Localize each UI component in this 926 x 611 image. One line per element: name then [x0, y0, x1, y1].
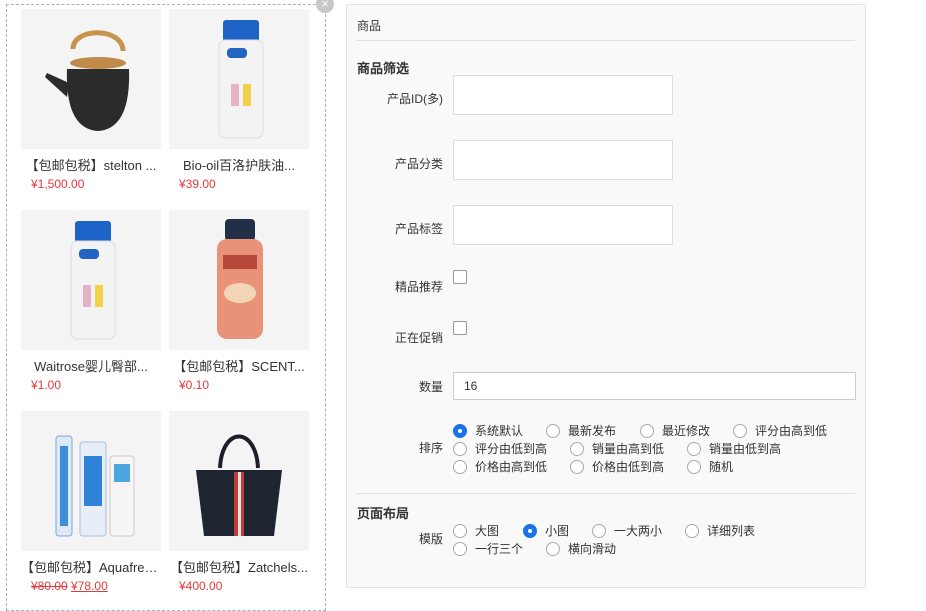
radio-icon — [685, 523, 699, 538]
radio-icon — [453, 523, 467, 538]
product-image-handbag — [169, 411, 309, 551]
category-label: 产品分类 — [394, 157, 443, 171]
radio-icon — [570, 441, 584, 456]
product-price: ¥400.00 — [179, 579, 223, 593]
template-option[interactable]: 横向滑动 — [546, 540, 616, 557]
promo-label: 正在促销 — [394, 331, 443, 345]
original-price: ¥80.00 — [31, 579, 68, 593]
radio-icon — [546, 541, 560, 556]
product-card[interactable]: Waitrose婴儿臀部... ¥1.00 — [21, 210, 161, 393]
product-price: ¥1.00 — [31, 378, 62, 392]
sort-option[interactable]: 价格由低到高 — [570, 458, 664, 475]
product-id-label: 产品ID(多) — [387, 92, 443, 106]
quantity-input[interactable]: 16 — [453, 372, 856, 400]
product-card[interactable]: 【包邮包税】stelton ... ¥1,500.00 — [21, 9, 161, 192]
template-option[interactable]: 小图 — [523, 522, 569, 539]
template-option[interactable]: 大图 — [453, 522, 499, 539]
sort-option[interactable]: 系统默认 — [453, 422, 523, 439]
radio-icon — [570, 459, 584, 474]
radio-icon — [592, 523, 606, 538]
sort-option[interactable]: 评分由高到低 — [733, 422, 827, 439]
product-card[interactable]: 【包邮包税】Aquafresh... ¥80.00 ¥78.00 — [21, 411, 161, 594]
product-id-input[interactable] — [453, 75, 673, 115]
radio-icon — [453, 441, 467, 456]
settings-panel: 商品 商品筛选 产品ID(多) 产品分类 产品标签 精品推荐 正在促销 数量 1… — [346, 4, 866, 588]
product-price: ¥39.00 — [179, 177, 216, 191]
product-card[interactable]: Bio-oil百洛护肤油... ¥39.00 — [169, 9, 309, 192]
product-image-lotion — [169, 9, 309, 149]
filter-section-title: 商品筛选 — [357, 61, 410, 76]
product-image-teapot — [21, 9, 161, 149]
sort-option[interactable]: 价格由高到低 — [453, 458, 547, 475]
template-label: 模版 — [418, 532, 443, 546]
product-card[interactable]: 【包邮包税】SCENT... ¥0.10 — [169, 210, 309, 393]
template-option[interactable]: 一大两小 — [592, 522, 662, 539]
template-option[interactable]: 详细列表 — [685, 522, 755, 539]
tag-input[interactable] — [453, 205, 673, 245]
product-price: ¥80.00 ¥78.00 — [31, 579, 108, 593]
radio-icon — [546, 423, 560, 438]
sort-label: 排序 — [418, 441, 443, 455]
sort-option[interactable]: 随机 — [687, 458, 733, 475]
category-input[interactable] — [453, 140, 673, 180]
sort-option[interactable]: 评分由低到高 — [453, 440, 547, 457]
sort-option[interactable]: 销量由高到低 — [570, 440, 664, 457]
tag-label: 产品标签 — [394, 222, 443, 236]
sort-option[interactable]: 最近修改 — [640, 422, 710, 439]
product-preview: 【包邮包税】stelton ... ¥1,500.00 Bio-oil百洛护肤油… — [6, 4, 326, 611]
product-price: ¥1,500.00 — [31, 177, 85, 191]
sort-option[interactable]: 销量由低到高 — [687, 440, 781, 457]
radio-icon — [453, 423, 467, 438]
product-title: 【包邮包税】Zatchels... — [170, 560, 308, 575]
layout-section-title: 页面布局 — [357, 506, 410, 521]
radio-icon — [453, 459, 467, 474]
radio-icon — [733, 423, 747, 438]
featured-label: 精品推荐 — [394, 280, 443, 294]
product-card[interactable]: 【包邮包税】Zatchels... ¥400.00 — [169, 411, 309, 594]
radio-icon — [687, 441, 701, 456]
close-icon[interactable]: × — [316, 0, 334, 13]
promo-checkbox[interactable] — [453, 321, 467, 335]
radio-icon — [523, 523, 537, 538]
product-title: Bio-oil百洛护肤油... — [183, 158, 295, 173]
radio-icon — [640, 423, 654, 438]
product-image-toothbrush-set — [21, 411, 161, 551]
quantity-label: 数量 — [418, 380, 443, 394]
sort-option[interactable]: 最新发布 — [546, 422, 616, 439]
product-title: 【包邮包税】stelton ... — [25, 158, 157, 173]
radio-icon — [687, 459, 701, 474]
section-divider — [357, 493, 855, 494]
panel-header: 商品 — [357, 17, 855, 41]
product-title: Waitrose婴儿臀部... — [34, 359, 148, 374]
product-title: 【包邮包税】Aquafresh... — [21, 560, 161, 575]
featured-checkbox[interactable] — [453, 270, 467, 284]
product-price: ¥0.10 — [179, 378, 210, 392]
product-image-body-wash — [169, 210, 309, 350]
radio-icon — [453, 541, 467, 556]
product-image-lotion — [21, 210, 161, 350]
template-option[interactable]: 一行三个 — [453, 540, 523, 557]
product-title: 【包邮包税】SCENT... — [173, 359, 305, 374]
